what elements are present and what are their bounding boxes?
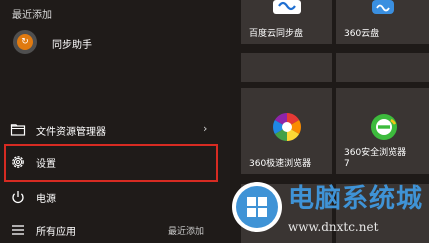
- baidu-cloud-icon: [273, 0, 301, 14]
- chevron-right-icon[interactable]: ›: [203, 122, 207, 135]
- power-label: 电源: [36, 194, 56, 205]
- tile-baidu-cloud[interactable]: 百度云同步盘: [241, 0, 332, 44]
- 360-speed-browser-icon: [273, 113, 301, 141]
- tile-360-cloud[interactable]: 360云盘: [336, 0, 429, 44]
- tile-baidu-cloud-label: 百度云同步盘: [249, 29, 304, 39]
- watermark-title: 电脑系统城: [288, 184, 424, 214]
- start-menu-left-pane: 最近添加 ↻ 同步助手 文件资源管理器 › 设置 电源 所有应用 最近添加: [0, 0, 230, 243]
- menu-item-power[interactable]: 电源: [10, 185, 220, 209]
- tile-empty-1[interactable]: [241, 53, 332, 82]
- recent-app-item[interactable]: ↻ 同步助手: [10, 28, 220, 56]
- recently-added-footer: 最近添加: [168, 227, 205, 237]
- start-menu: 最近添加 ↻ 同步助手 文件资源管理器 › 设置 电源 所有应用 最近添加 百度…: [0, 0, 429, 243]
- tile-empty-2[interactable]: [336, 53, 429, 82]
- recent-app-label: 同步助手: [52, 40, 92, 51]
- folder-icon: [10, 124, 26, 136]
- power-icon: [12, 191, 24, 204]
- 360-safe-browser-icon: [371, 114, 397, 140]
- watermark-url: www.dnxtc.net: [288, 220, 379, 234]
- file-explorer-label: 文件资源管理器: [36, 127, 106, 138]
- menu-item-file-explorer[interactable]: 文件资源管理器 ›: [10, 118, 220, 142]
- menu-item-settings[interactable]: 设置: [10, 150, 220, 174]
- list-icon: [12, 225, 24, 235]
- tile-360-cloud-label: 360云盘: [344, 29, 380, 39]
- all-apps-label: 所有应用: [36, 227, 76, 238]
- gear-icon: [12, 156, 24, 168]
- tile-360-safe-browser-label: 360安全浏览器 7: [344, 148, 407, 169]
- windows-logo-icon: [232, 182, 282, 232]
- tile-360-safe-browser[interactable]: 360安全浏览器 7: [336, 88, 429, 174]
- tile-360-speed-browser[interactable]: 360极速浏览器: [241, 88, 332, 174]
- watermark: 电脑系统城 www.dnxtc.net: [228, 176, 429, 243]
- recently-added-header: 最近添加: [12, 10, 52, 21]
- tile-360-speed-browser-label: 360极速浏览器: [249, 159, 312, 169]
- settings-label: 设置: [36, 159, 56, 170]
- 360-cloud-icon: [372, 0, 394, 14]
- tongbu-app-icon: ↻: [13, 30, 37, 54]
